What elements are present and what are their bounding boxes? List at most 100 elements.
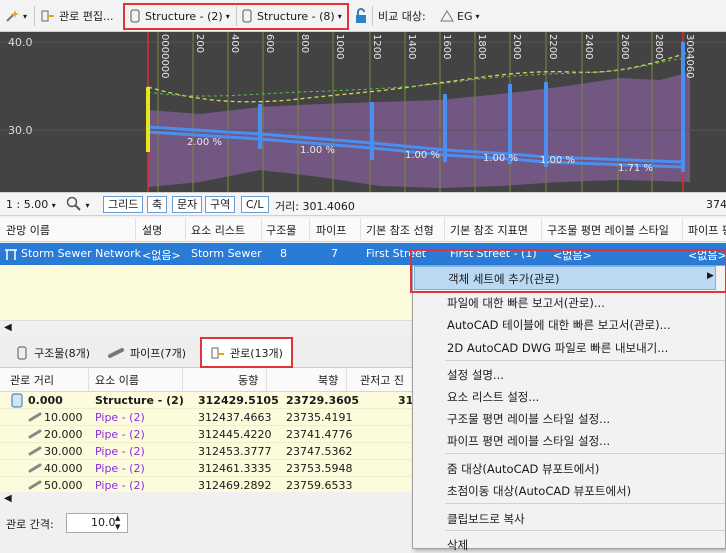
station-label: 0000000	[159, 34, 170, 79]
interval-stepper[interactable]: 10.0 ▲ ▼	[66, 513, 128, 533]
pipe-icon	[28, 463, 42, 473]
structure-icon	[242, 9, 252, 23]
magnifier-icon	[66, 196, 81, 211]
menu-item-copy-clipboard[interactable]: 클립보드로 복사	[447, 511, 525, 527]
station-label: 3004060	[684, 34, 695, 79]
network-icon	[5, 249, 17, 260]
spin-down-icon[interactable]: ▼	[115, 523, 120, 532]
col-part-name[interactable]: 요소 이름	[95, 372, 139, 388]
network-grid-header: 관망 이름 설명 요소 리스트 구조물 파이프 기본 참조 선형 기본 참조 지…	[0, 218, 726, 242]
col-structures[interactable]: 구조물	[266, 222, 296, 238]
chevron-down-icon: ▾	[85, 201, 90, 210]
menu-item-quick-report-table[interactable]: AutoCAD 테이블에 대한 빠른 보고서(관로)...	[447, 317, 671, 333]
col-pipe-label-style[interactable]: 파이프 평	[688, 222, 726, 238]
tab-strip: 구조물(8개) 파이프(7개) 관로(13개)	[0, 336, 420, 368]
zoom-button[interactable]: ▾	[66, 196, 90, 215]
horizontal-scrollbar[interactable]: ◀	[0, 492, 420, 508]
col-pipes[interactable]: 파이프	[316, 222, 346, 238]
profile-canvas: 40.0 30.0 0000000 200 400 600 800 1000 1…	[0, 32, 726, 192]
axis-toggle-button[interactable]: 축	[147, 196, 168, 213]
table-row[interactable]: 30.000 Pipe - (2) 312453.3777 23747.5362	[0, 443, 420, 460]
alignment-edit-label: 관로 편집...	[59, 10, 114, 23]
tab-structures[interactable]: 구조물(8개)	[14, 342, 90, 364]
col-description[interactable]: 설명	[142, 222, 162, 238]
lock-button[interactable]	[354, 6, 368, 26]
station-label: 200	[194, 34, 205, 53]
slope-label: 2.00 %	[187, 137, 222, 148]
col-easting[interactable]: 동향	[238, 372, 258, 388]
menu-item-zoom-to[interactable]: 줌 대상(AutoCAD 뷰포트에서)	[447, 461, 599, 477]
chevron-down-icon: ▾	[51, 201, 56, 210]
profile-view[interactable]: 40.0 30.0 0000000 200 400 600 800 1000 1…	[0, 32, 726, 192]
alignment-edit-button[interactable]: 관로 편집...	[40, 6, 113, 26]
structure-dropdown-1[interactable]: Structure - (2) ▾	[128, 6, 230, 26]
tab-alignment[interactable]: 관로(13개)	[200, 337, 293, 368]
highlight-box	[410, 249, 726, 293]
chevron-left-icon[interactable]: ◀	[4, 493, 12, 504]
compare-label: 비교 대상:	[378, 10, 426, 23]
col-alignment-distance[interactable]: 관로 거리	[10, 372, 54, 388]
unlock-icon	[356, 8, 366, 23]
station-label: 2400	[583, 34, 594, 59]
surface-icon	[440, 10, 454, 22]
station-label: 2600	[619, 34, 630, 59]
horizontal-scrollbar[interactable]: ◀	[0, 320, 420, 336]
station-label: 1000	[334, 34, 345, 59]
interval-label: 관로 간격:	[6, 518, 54, 531]
toolbar: ▾ 관로 편집... Structure - (2) ▾ Structure -…	[0, 0, 726, 32]
new-tool-button[interactable]: ▾	[4, 6, 27, 26]
menu-item-parts-list[interactable]: 요소 리스트 설정...	[447, 389, 539, 405]
pipe-icon	[28, 446, 42, 456]
col-invert[interactable]: 관저고 진	[360, 372, 404, 388]
table-row[interactable]: 40.000 Pipe - (2) 312461.3335 23753.5948	[0, 460, 420, 477]
station-label: 1800	[476, 34, 487, 59]
structure-icon	[11, 393, 23, 408]
table-row[interactable]: 20.000 Pipe - (2) 312445.4220 23741.4776	[0, 426, 420, 443]
slope-label: 1.00 %	[300, 145, 335, 156]
station-label: 800	[299, 34, 310, 53]
col-structure-label-style[interactable]: 구조물 평면 레이블 스타일	[547, 222, 669, 238]
menu-item-structure-label-style[interactable]: 구조물 평면 레이블 스타일 설정...	[447, 411, 610, 427]
station-label: 600	[264, 34, 275, 53]
menu-item-export-dwg[interactable]: 2D AutoCAD DWG 파일로 빠른 내보내기...	[447, 340, 668, 356]
menu-item-delete[interactable]: 삭제	[447, 537, 468, 553]
interval-bar: 관로 간격: 10.0 ▲ ▼	[0, 508, 420, 549]
distance-readout: 거리: 301.4060	[275, 200, 355, 213]
structure-dropdown-2[interactable]: Structure - (8) ▾	[240, 6, 342, 26]
spin-up-icon[interactable]: ▲	[115, 514, 120, 523]
chevron-down-icon: ▾	[225, 11, 230, 21]
menu-item-quick-report-file[interactable]: 파일에 대한 빠른 보고서(관로)...	[447, 295, 605, 311]
compare-dropdown[interactable]: EG ▾	[440, 6, 480, 26]
region-toggle-button[interactable]: 구역	[205, 196, 236, 213]
right-readout: 374	[706, 198, 726, 211]
structure-icon	[130, 9, 140, 23]
menu-item-pan-to[interactable]: 초점이동 대상(AutoCAD 뷰포트에서)	[447, 483, 631, 499]
alignment-table-header: 관로 거리 요소 이름 동향 북향 관저고 진	[0, 368, 420, 392]
col-parts-list[interactable]: 요소 리스트	[191, 222, 245, 238]
station-label: 1600	[441, 34, 452, 59]
col-surface[interactable]: 기본 참조 지표면	[450, 222, 528, 238]
text-toggle-button[interactable]: 문자	[172, 196, 203, 213]
status-bar: 1 : 5.00 ▾ ▾ 그리드 축 문자 구역 C/L 거리: 301.406…	[0, 192, 726, 216]
station-label: 2800	[653, 34, 664, 59]
menu-item-pipe-label-style[interactable]: 파이프 평면 레이블 스타일 설정...	[447, 433, 610, 449]
cl-toggle-button[interactable]: C/L	[241, 196, 269, 213]
context-menu: 객체 세트에 추가(관로) ▶ 파일에 대한 빠른 보고서(관로)... Aut…	[410, 249, 726, 552]
col-alignment[interactable]: 기본 참조 선형	[366, 222, 434, 238]
slope-label: 1.71 %	[618, 163, 653, 174]
table-row[interactable]: 10.000 Pipe - (2) 312437.4663 23735.4191	[0, 409, 420, 426]
elevation-label: 30.0	[8, 124, 33, 137]
grid-toggle-button[interactable]: 그리드	[103, 196, 144, 213]
table-row[interactable]: 0.000 Structure - (2) 312429.5105 23729.…	[0, 392, 420, 409]
menu-item-set-description[interactable]: 설정 설명...	[447, 367, 504, 383]
chevron-left-icon[interactable]: ◀	[4, 322, 12, 333]
col-northing[interactable]: 북향	[318, 372, 338, 388]
sparkle-icon	[6, 10, 19, 22]
alignment-icon	[211, 347, 224, 358]
slope-label: 1.00 %	[405, 150, 440, 161]
col-network-name[interactable]: 관망 이름	[6, 222, 50, 238]
tab-pipes[interactable]: 파이프(7개)	[108, 342, 186, 364]
slope-label: 1.00 %	[540, 155, 575, 166]
scale-dropdown[interactable]: 1 : 5.00 ▾	[6, 198, 56, 211]
pipe-icon	[28, 429, 42, 439]
